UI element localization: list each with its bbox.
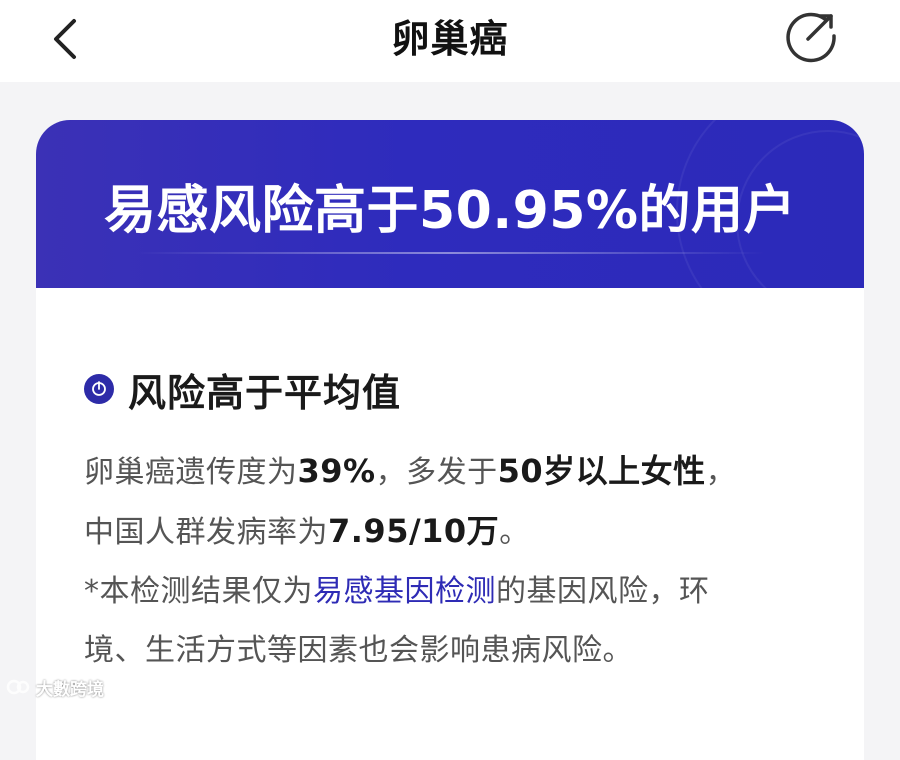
refresh-icon[interactable] — [780, 6, 842, 68]
disclaimer-text: 境、生活方式等因素也会影响患病风险。 — [84, 633, 633, 668]
heritability-value: 39% — [297, 452, 376, 490]
description-text: 卵巢癌遗传度为 — [84, 455, 298, 490]
description-text: ， — [705, 455, 737, 490]
disclaimer-line: 境、生活方式等因素也会影响患病风险。 — [84, 621, 844, 680]
description-line: 中国人群发病率为7.95/10万。 — [84, 502, 844, 562]
watermark-text: 大數跨境 — [36, 679, 104, 700]
disclaimer-text: 的基因风险，环 — [496, 574, 710, 609]
watermark: 大數跨境 — [6, 675, 104, 700]
page-title: 卵巢癌 — [391, 17, 509, 61]
incidence-value: 7.95/10万 — [328, 512, 500, 550]
description-text: 中国人群发病率为 — [84, 515, 328, 550]
bulb-icon — [84, 374, 114, 404]
banner-divider — [136, 252, 764, 254]
section-header: 风险高于平均值 — [84, 365, 401, 415]
watermark-logo-icon — [6, 679, 30, 695]
disclaimer-text: *本检测结果仅为 — [84, 574, 313, 609]
section-title: 风险高于平均值 — [128, 370, 402, 415]
genetic-test-link[interactable]: 易感基因检测 — [313, 574, 496, 609]
risk-banner: 易感风险高于50.95%的用户 — [36, 120, 864, 288]
description-text: ，多发于 — [375, 455, 498, 490]
risk-headline: 易感风险高于50.95%的用户 — [103, 181, 797, 241]
disclaimer-line: *本检测结果仅为易感基因检测的基因风险，环 — [84, 562, 844, 621]
result-card: 易感风险高于50.95%的用户 风险高于平均值 卵巢癌遗传度为39%，多发于50… — [36, 120, 864, 760]
age-group-value: 50岁以上女性 — [497, 452, 706, 490]
risk-description: 卵巢癌遗传度为39%，多发于50岁以上女性， 中国人群发病率为7.95/10万。… — [84, 442, 844, 680]
description-line: 卵巢癌遗传度为39%，多发于50岁以上女性， — [84, 442, 844, 502]
top-navigation-bar: 卵巢癌 — [0, 0, 900, 82]
description-text: 。 — [499, 515, 530, 550]
